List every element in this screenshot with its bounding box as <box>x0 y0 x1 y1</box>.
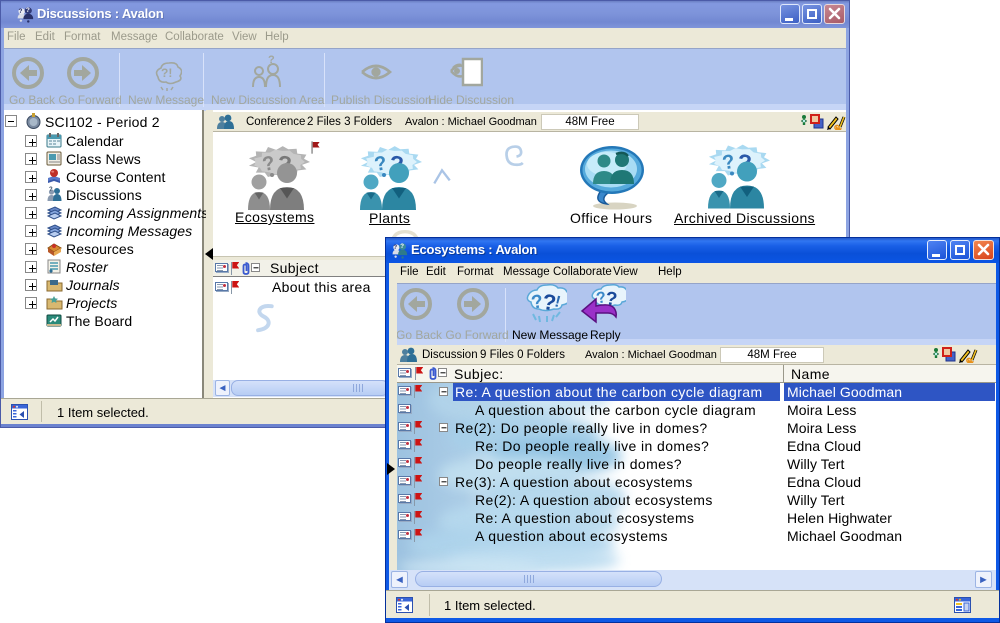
svg-text:?: ? <box>400 243 404 250</box>
svg-text:?: ? <box>268 54 275 66</box>
svg-text:?!: ?! <box>161 66 172 80</box>
svg-text:?: ? <box>18 8 22 15</box>
svg-text:?: ? <box>49 187 53 193</box>
svg-text:?: ? <box>26 7 30 14</box>
svg-text:?: ? <box>393 244 397 251</box>
